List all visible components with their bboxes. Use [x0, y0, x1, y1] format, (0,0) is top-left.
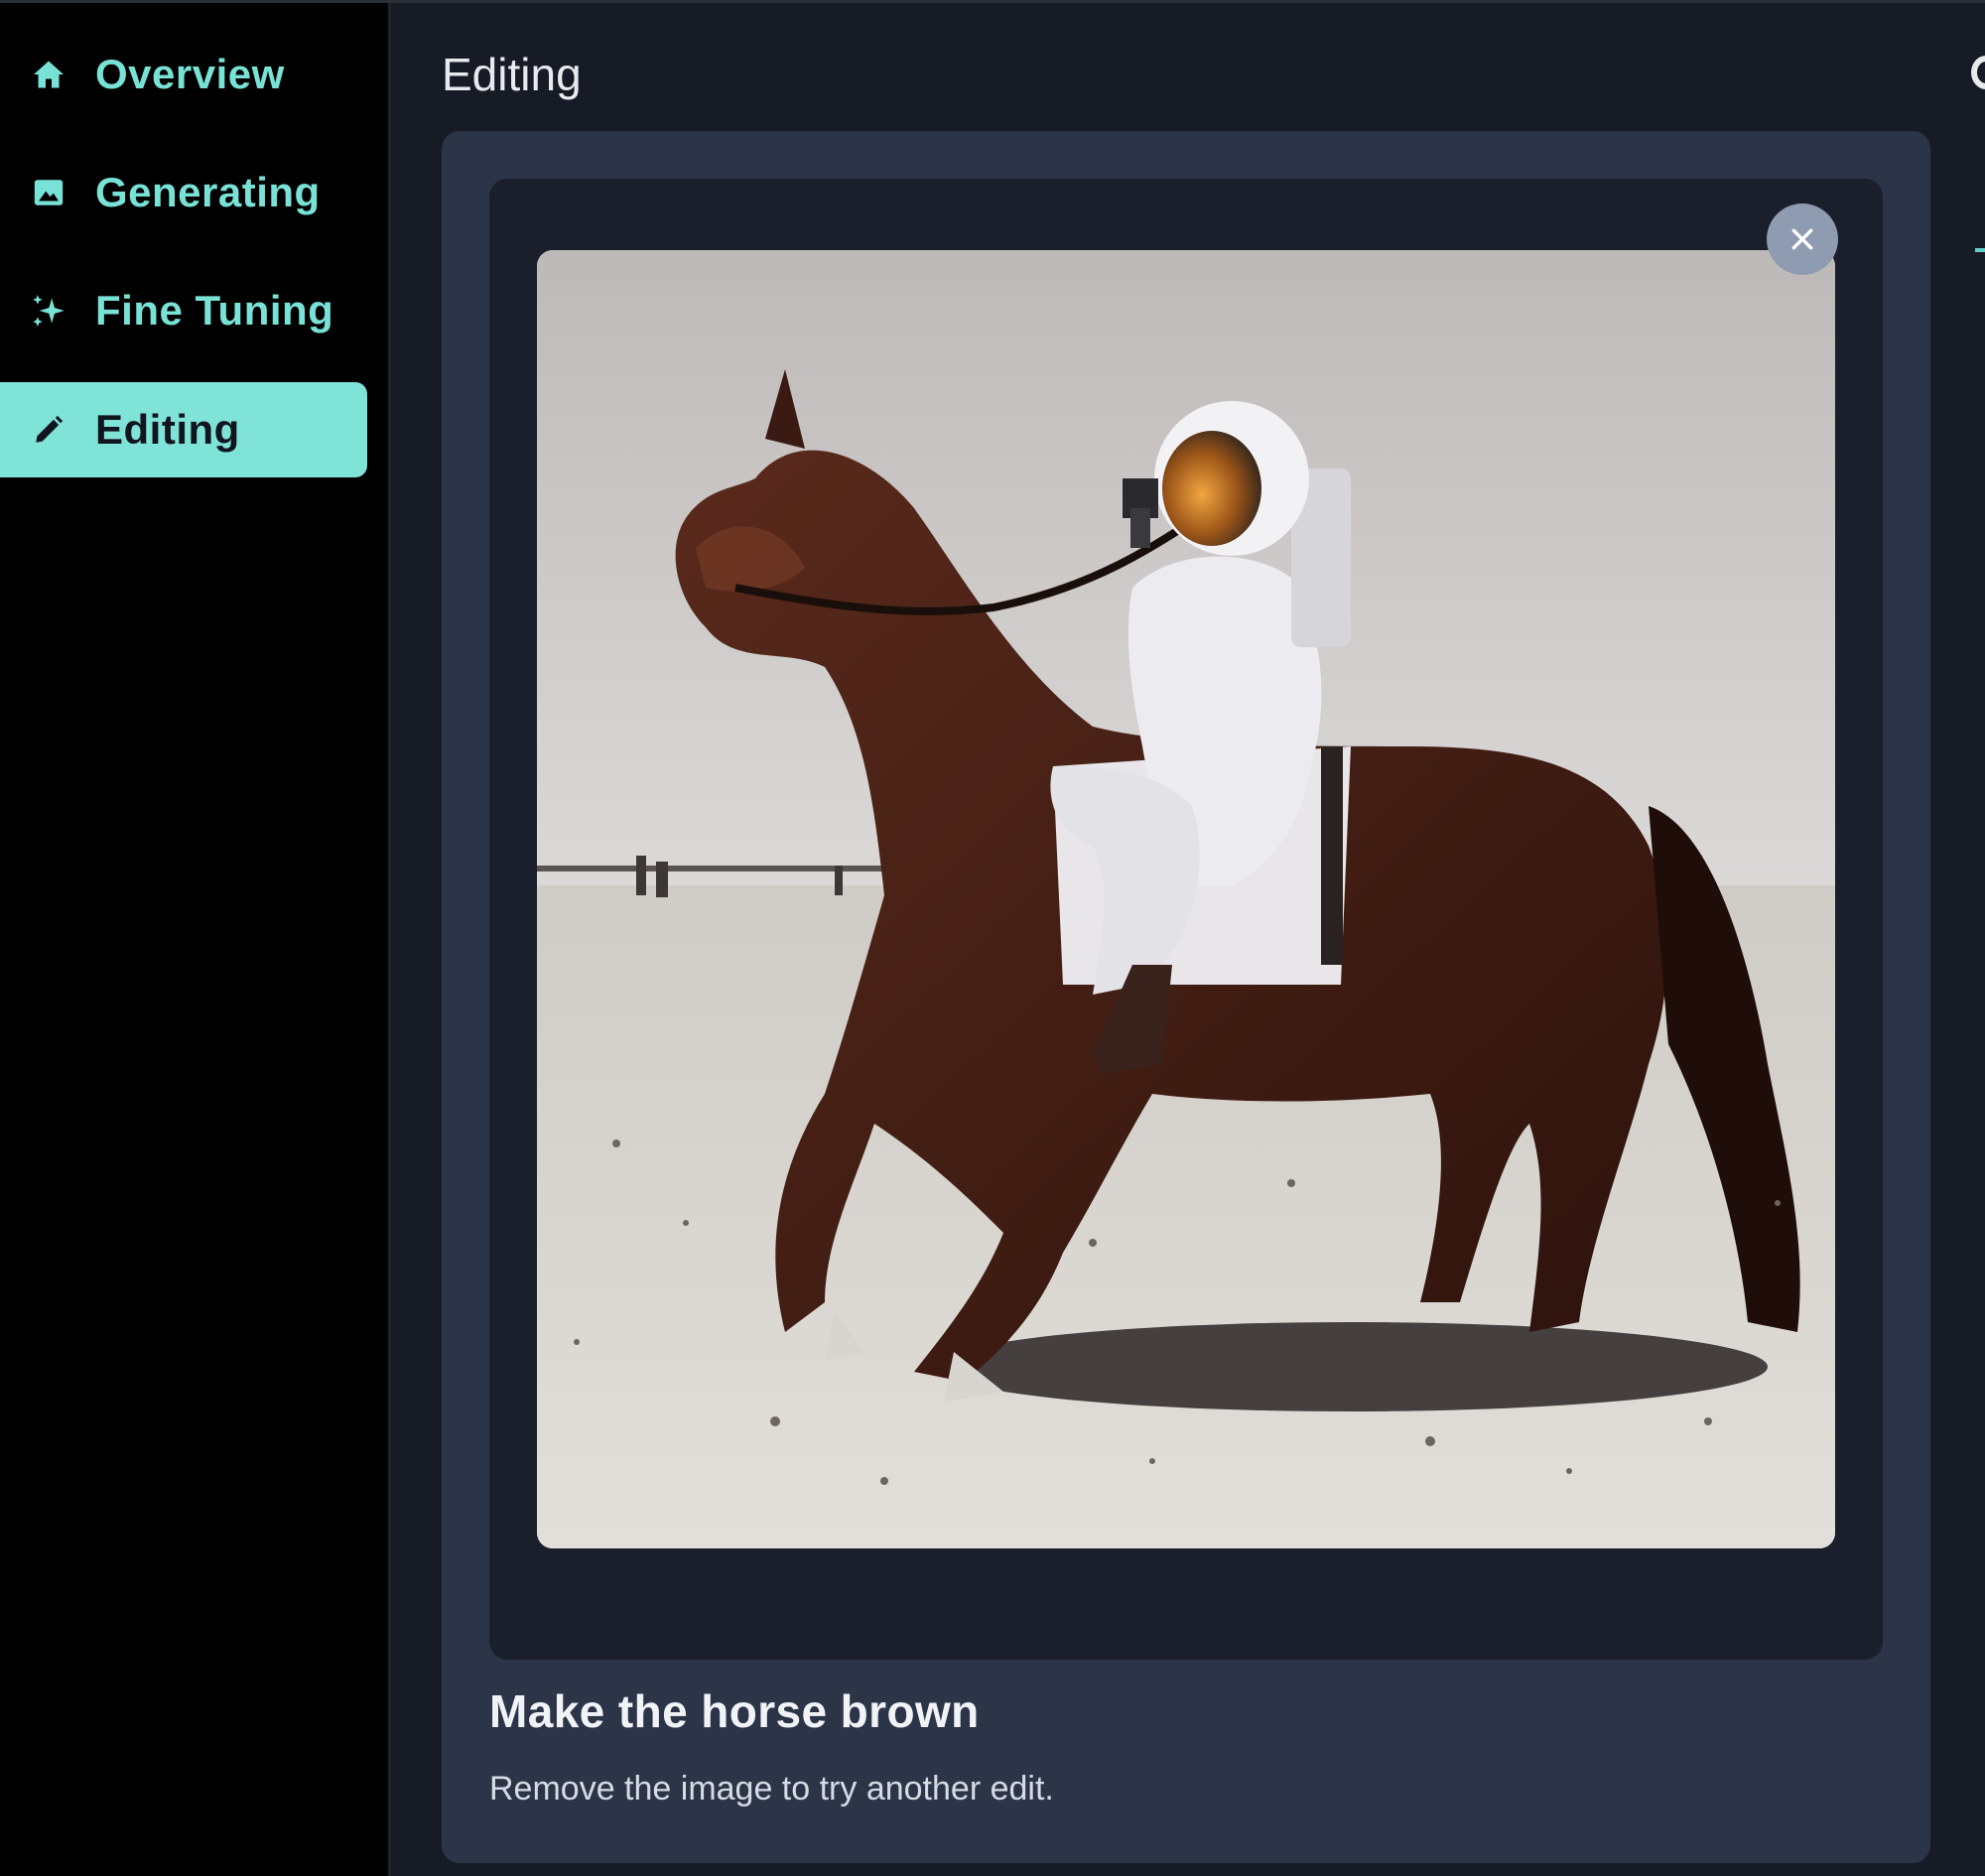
sparkles-icon — [30, 292, 67, 330]
sidebar-item-generating[interactable]: Generating — [0, 145, 367, 240]
sidebar-item-label: Overview — [95, 51, 285, 97]
tab-indicator — [1975, 248, 1985, 252]
close-icon — [1789, 226, 1815, 252]
sidebar-item-editing[interactable]: Editing — [0, 382, 367, 477]
sidebar-item-label: Generating — [95, 169, 321, 215]
edit-prompt-subtitle: Remove the image to try another edit. — [489, 1770, 1054, 1808]
partial-icon — [1971, 56, 1985, 89]
edit-prompt-title: Make the horse brown — [489, 1685, 980, 1737]
sidebar-item-label: Fine Tuning — [95, 287, 334, 334]
edited-image — [537, 250, 1835, 1548]
remove-image-button[interactable] — [1767, 203, 1838, 275]
edit-card: Make the horse brown Remove the image to… — [442, 131, 1930, 1863]
image-frame — [489, 179, 1883, 1660]
sidebar-item-label: Editing — [95, 406, 240, 453]
sidebar-item-fine-tuning[interactable]: Fine Tuning — [0, 263, 367, 358]
image-icon — [30, 174, 67, 211]
sidebar: Overview Generating Fine Tuning Editing — [0, 3, 391, 1876]
page-title: Editing — [442, 49, 582, 100]
pencil-icon — [30, 411, 67, 449]
sidebar-item-overview[interactable]: Overview — [0, 27, 367, 122]
home-icon — [30, 56, 67, 93]
